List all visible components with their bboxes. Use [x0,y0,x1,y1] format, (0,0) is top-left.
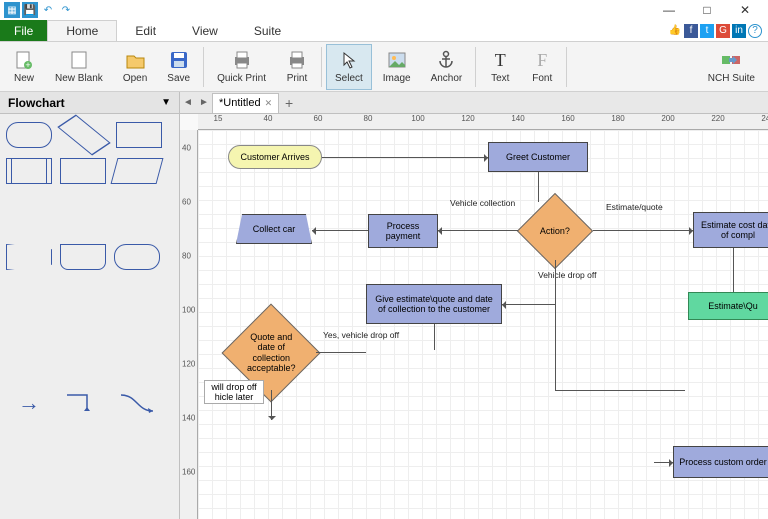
anchor-button[interactable]: Anchor [422,44,472,90]
node-customer-arrives[interactable]: Customer Arrives [228,145,322,169]
font-button[interactable]: FFont [522,44,562,90]
shape-terminator-2[interactable] [114,244,160,270]
save-button[interactable]: Save [158,44,199,90]
shape-decision[interactable] [57,115,110,156]
ruler-vertical: 406080100120140160180 [180,130,198,519]
edge [316,352,366,353]
node-estimate-cost[interactable]: Estimate cost date of compl [693,212,768,248]
label-yes-dropoff: Yes, vehicle drop off [323,330,399,340]
nch-suite-button[interactable]: NCH Suite [699,44,764,90]
tab-edit[interactable]: Edit [117,20,174,41]
tab-nav-next[interactable]: ► [196,92,212,114]
twitter-icon[interactable]: t [700,24,714,38]
edge [434,324,435,350]
canvas[interactable]: Customer Arrives Greet Customer Collect … [198,130,768,519]
node-dropoff-label[interactable]: will drop off hicle later [204,380,264,404]
new-button[interactable]: +New [4,44,44,90]
edge [555,260,556,390]
node-collect-car[interactable]: Collect car [236,214,312,244]
tab-view[interactable]: View [174,20,236,41]
new-tab-button[interactable]: + [279,93,299,113]
node-estimate-quote[interactable]: Estimate\Qu [688,292,768,320]
shape-palette: → [0,114,179,519]
tab-home[interactable]: Home [47,20,117,41]
tab-close-icon[interactable]: ✕ [265,98,273,109]
new-blank-button[interactable]: New Blank [46,44,112,90]
label-vehicle-dropoff: Vehicle drop off [538,270,596,280]
chevron-down-icon: ▼ [161,97,171,108]
edge [555,390,685,391]
document-tab[interactable]: *Untitled✕ [212,93,279,113]
shape-panel-header[interactable]: Flowchart▼ [0,92,179,114]
image-button[interactable]: Image [374,44,420,90]
label-estimate-quote: Estimate/quote [606,202,663,212]
shape-process[interactable] [116,122,162,148]
node-greet-customer[interactable]: Greet Customer [488,142,588,172]
help-icon[interactable]: ? [748,24,762,38]
thumbsup-icon[interactable]: 👍 [668,24,682,38]
shape-process-2[interactable] [60,158,106,184]
edge [502,304,555,305]
google-icon[interactable]: G [716,24,730,38]
maximize-button[interactable]: □ [688,0,726,20]
edge [593,230,693,231]
edge [733,248,734,292]
node-process-order[interactable]: Process custom order [673,446,768,478]
facebook-icon[interactable]: f [684,24,698,38]
minimize-button[interactable]: — [650,0,688,20]
shape-terminator[interactable] [6,122,52,148]
edge [654,462,673,463]
edge [438,230,518,231]
connector-elbow[interactable] [60,390,106,416]
qat-save-icon[interactable]: 💾 [22,2,38,18]
qat-undo-icon[interactable]: ↶ [40,2,56,18]
text-button[interactable]: TText [480,44,520,90]
edge [538,172,539,202]
svg-text:+: + [25,60,30,70]
label-vehicle-collection: Vehicle collection [450,198,515,208]
qat-redo-icon[interactable]: ↷ [58,2,74,18]
shape-card[interactable] [60,244,106,270]
linkedin-icon[interactable]: in [732,24,746,38]
shape-data[interactable] [111,158,164,184]
connector-curve[interactable] [114,390,160,416]
edge [312,230,368,231]
qat-app-icon[interactable]: ▦ [4,2,20,18]
close-button[interactable]: ✕ [726,0,764,20]
edge [271,390,272,420]
shape-predefined[interactable] [6,158,52,184]
tab-nav-prev[interactable]: ◄ [180,92,196,114]
shape-manual-op[interactable] [6,244,52,270]
open-button[interactable]: Open [114,44,156,90]
edge [322,157,488,158]
connector-arrow[interactable]: → [6,390,52,416]
ruler-horizontal: 15406080100120140160180200220240 [198,114,768,130]
select-button[interactable]: Select [326,44,372,90]
print-button[interactable]: Print [277,44,317,90]
quick-print-button[interactable]: Quick Print [208,44,275,90]
file-menu[interactable]: File [0,20,47,41]
node-action[interactable]: Action? [517,193,593,269]
tab-suite[interactable]: Suite [236,20,299,41]
node-give-estimate[interactable]: Give estimate\quote and date of collecti… [366,284,502,324]
node-process-payment[interactable]: Process payment [368,214,438,248]
